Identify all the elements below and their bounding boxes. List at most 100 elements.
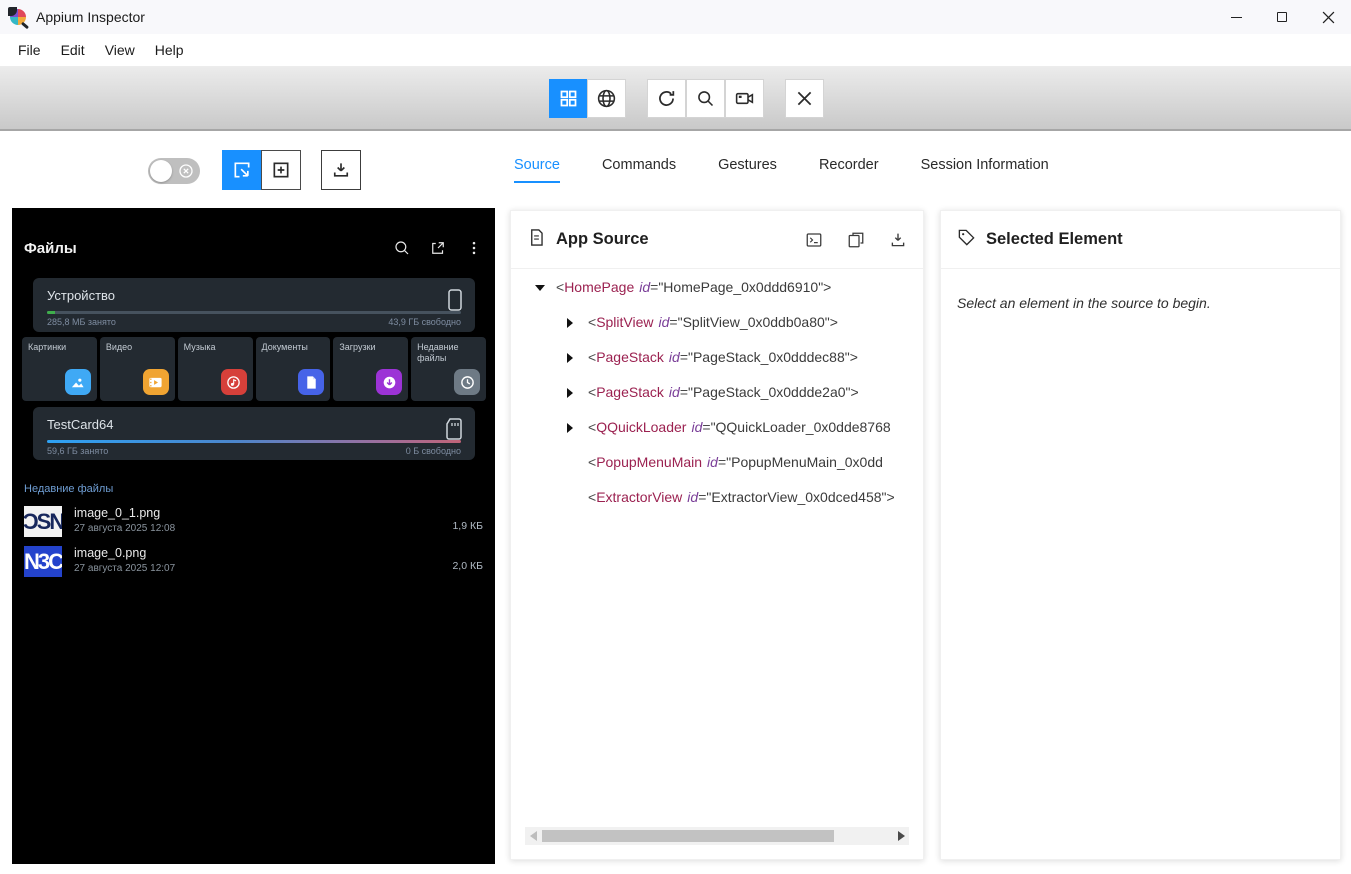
selected-element-panel: Selected Element Select an element in th… bbox=[940, 210, 1341, 860]
select-element-icon bbox=[234, 162, 250, 178]
storage-used-segment bbox=[47, 311, 56, 314]
tile-label: Картинки bbox=[28, 342, 67, 352]
file-date: 27 августа 2025 12:08 bbox=[74, 523, 176, 534]
device-more-menu-icon bbox=[472, 241, 476, 255]
tree-row-homepage[interactable]: < HomePage id = "HomePage_0x0ddd6910"> bbox=[511, 270, 923, 305]
tile-documents: Документы bbox=[255, 337, 331, 401]
menu-file[interactable]: File bbox=[8, 38, 51, 62]
swipe-tap-mode-button[interactable] bbox=[261, 150, 301, 190]
storage-used-label: 285,8 МБ занято bbox=[47, 317, 116, 327]
file-text-icon bbox=[527, 228, 546, 252]
storage-used-label: 59,6 ГБ занято bbox=[47, 446, 109, 456]
device-app-header: Файлы bbox=[12, 230, 495, 266]
file-row: N3C image_0.png 27 августа 2025 12:07 2,… bbox=[24, 544, 483, 580]
download-screenshot-button[interactable] bbox=[321, 150, 361, 190]
tree-row-pagestack-2[interactable]: < PageStack id = "PageStack_0x0ddde2a0"> bbox=[511, 375, 923, 410]
app-source-title: App Source bbox=[556, 230, 649, 248]
selected-element-title: Selected Element bbox=[986, 230, 1123, 248]
tree-row-splitview[interactable]: < SplitView id = "SplitView_0x0ddb0a80"> bbox=[511, 305, 923, 340]
tile-label: Недавние файлы bbox=[417, 342, 459, 363]
storage-card-title: TestCard64 bbox=[47, 417, 114, 432]
file-thumbnail: ƆSN bbox=[24, 506, 62, 537]
toggle-knob bbox=[150, 160, 172, 182]
window-title: Appium Inspector bbox=[36, 9, 145, 25]
category-tiles: Картинки Видео Музыка Документы Загрузки… bbox=[22, 337, 486, 401]
storage-progress-bar bbox=[47, 440, 461, 443]
tab-session-information[interactable]: Session Information bbox=[921, 157, 1049, 183]
start-recording-button[interactable] bbox=[725, 79, 764, 118]
grid-icon bbox=[560, 90, 577, 107]
menu-help[interactable]: Help bbox=[145, 38, 194, 62]
recent-icon bbox=[454, 369, 480, 395]
close-button[interactable] bbox=[1305, 0, 1351, 34]
expand-caret-icon[interactable] bbox=[567, 422, 579, 433]
minimize-button[interactable] bbox=[1213, 0, 1259, 34]
collapse-caret-icon[interactable] bbox=[535, 284, 547, 291]
scroll-left-arrow[interactable] bbox=[525, 827, 541, 845]
file-row: ƆSN image_0_1.png 27 августа 2025 12:08 … bbox=[24, 504, 483, 540]
app-source-panel: App Source < HomePage id = "HomePage_0x0… bbox=[510, 210, 924, 860]
copy-icon[interactable] bbox=[847, 231, 865, 249]
tile-label: Документы bbox=[261, 342, 308, 352]
quit-session-button[interactable] bbox=[785, 79, 824, 118]
video-camera-icon bbox=[735, 92, 754, 105]
expand-caret-icon[interactable] bbox=[567, 317, 579, 328]
tree-row-qquickloader[interactable]: < QQuickLoader id = "QQuickLoader_0x0dde8768 bbox=[511, 410, 923, 445]
file-date: 27 августа 2025 12:07 bbox=[74, 563, 176, 574]
device-open-in-new-icon bbox=[432, 242, 444, 254]
video-icon bbox=[142, 369, 169, 395]
select-elements-mode-button[interactable] bbox=[222, 150, 262, 190]
storage-card-device: Устройство 285,8 МБ занято 43,9 ГБ свобо… bbox=[33, 278, 475, 332]
selected-element-header: Selected Element bbox=[941, 211, 1340, 269]
menu-view[interactable]: View bbox=[95, 38, 145, 62]
tree-row-extractorview[interactable]: < ExtractorView id = "ExtractorView_0x0dced4… bbox=[511, 480, 923, 515]
music-icon bbox=[220, 369, 247, 395]
grid-overlay-button[interactable] bbox=[549, 79, 588, 118]
device-screenshot[interactable]: Файлы Устройство 285,8 МБ занято 43,9 ГБ… bbox=[12, 208, 495, 864]
file-thumbnail: N3C bbox=[24, 546, 62, 577]
refresh-source-button[interactable] bbox=[647, 79, 686, 118]
expand-caret-icon[interactable] bbox=[567, 387, 579, 398]
app-source-header: App Source bbox=[511, 211, 923, 269]
tree-row-popupmenumain[interactable]: < PopupMenuMain id = "PopupMenuMain_0x0dd bbox=[511, 445, 923, 480]
menu-edit[interactable]: Edit bbox=[51, 38, 95, 62]
sd-card-icon bbox=[446, 418, 462, 440]
tree-row-pagestack-1[interactable]: < PageStack id = "PageStack_0x0dddec88"> bbox=[511, 340, 923, 375]
expand-caret-icon[interactable] bbox=[567, 352, 579, 363]
storage-card-testcard64: TestCard64 59,6 ГБ занято 0 Б свободно bbox=[33, 407, 475, 460]
storage-card-title: Устройство bbox=[47, 288, 116, 303]
download-icon bbox=[333, 163, 349, 177]
search-elements-button[interactable] bbox=[686, 79, 725, 118]
horizontal-scrollbar[interactable] bbox=[525, 827, 909, 845]
pictures-icon bbox=[64, 369, 91, 395]
scrollbar-thumb[interactable] bbox=[542, 830, 834, 842]
tab-gestures[interactable]: Gestures bbox=[718, 157, 777, 183]
tile-label: Музыка bbox=[183, 342, 216, 352]
recent-files-header: Недавние файлы bbox=[24, 483, 114, 495]
device-search-icon bbox=[395, 241, 409, 255]
maximize-button[interactable] bbox=[1259, 0, 1305, 34]
refresh-icon bbox=[659, 91, 675, 106]
file-name: image_0_1.png bbox=[74, 506, 161, 520]
tab-recorder[interactable]: Recorder bbox=[819, 157, 879, 183]
menubar: File Edit View Help bbox=[0, 34, 1351, 66]
source-tree: < HomePage id = "HomePage_0x0ddd6910"> < Spli… bbox=[511, 270, 923, 819]
scroll-right-arrow[interactable] bbox=[893, 827, 909, 845]
close-icon bbox=[1322, 11, 1334, 23]
storage-free-label: 0 Б свободно bbox=[405, 446, 461, 456]
xpath-console-icon[interactable] bbox=[805, 231, 823, 249]
web-view-button[interactable] bbox=[587, 79, 626, 118]
search-icon bbox=[698, 91, 714, 107]
file-size: 1,9 КБ bbox=[452, 520, 483, 532]
close-session-icon bbox=[797, 91, 812, 106]
tile-label: Видео bbox=[105, 342, 133, 352]
screenshot-interaction-toggle[interactable] bbox=[148, 158, 200, 184]
file-size: 2,0 КБ bbox=[452, 560, 483, 572]
plus-square-icon bbox=[273, 162, 289, 178]
download-source-icon[interactable] bbox=[889, 231, 907, 249]
globe-icon bbox=[597, 89, 616, 108]
minimize-icon bbox=[1230, 16, 1242, 18]
tab-source[interactable]: Source bbox=[514, 157, 560, 183]
tab-commands[interactable]: Commands bbox=[602, 157, 676, 183]
tile-recent-files: Недавние файлы bbox=[411, 337, 486, 401]
